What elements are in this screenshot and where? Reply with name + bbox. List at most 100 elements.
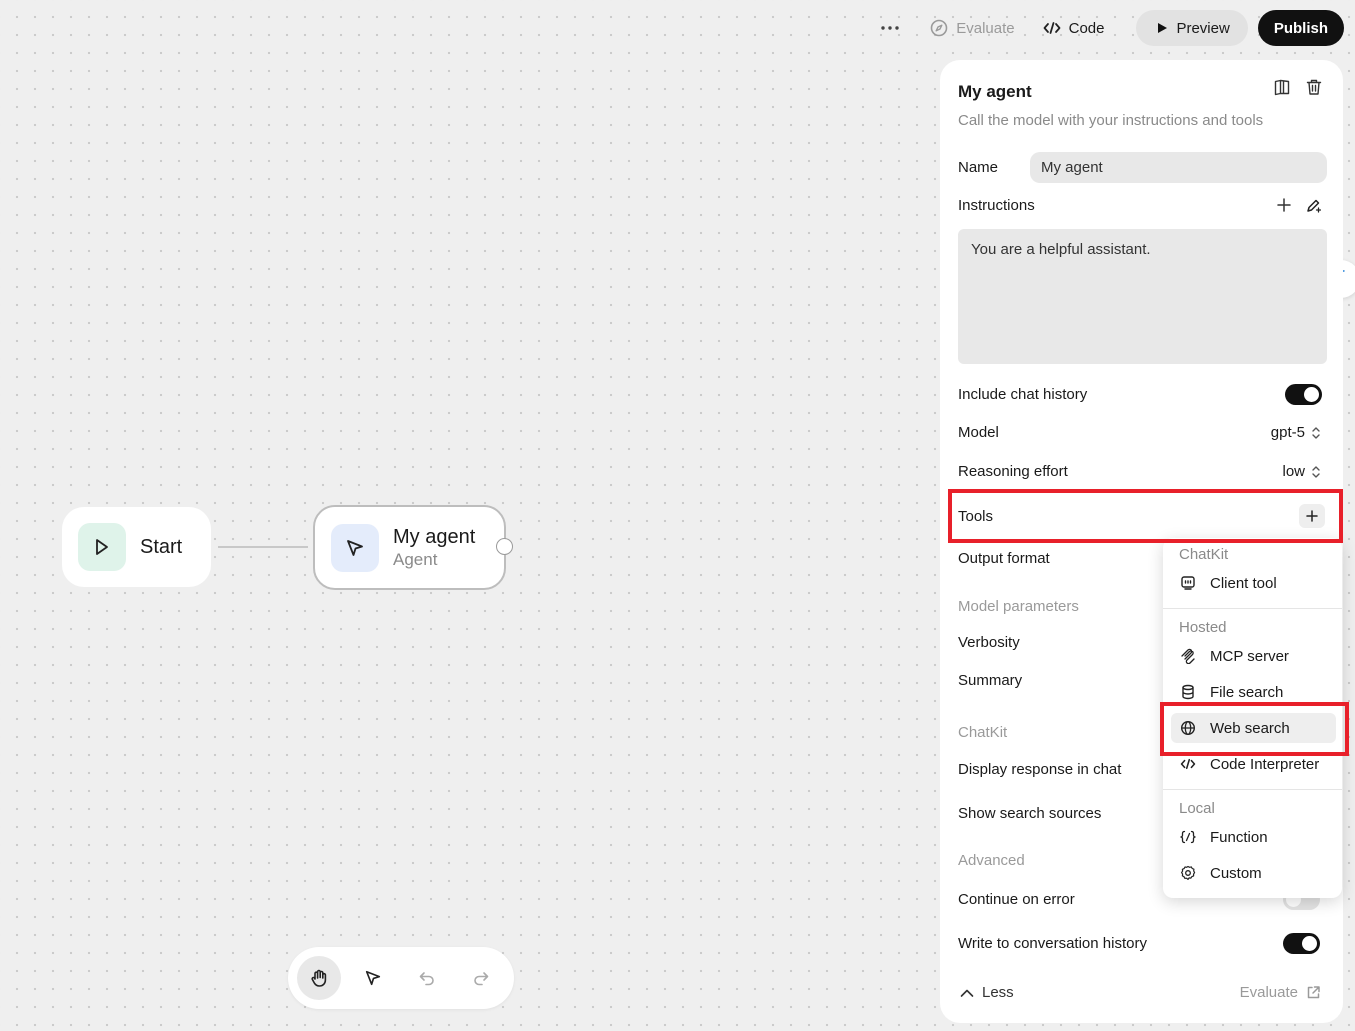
- top-toolbar: Evaluate Code Preview Publish: [870, 10, 1344, 46]
- chevron-up-icon: [960, 989, 974, 997]
- agent-output-port[interactable]: [496, 538, 513, 555]
- less-label: Less: [982, 984, 1014, 1001]
- undo-icon: [419, 972, 434, 986]
- publish-button[interactable]: Publish: [1257, 10, 1344, 46]
- menu-item-function[interactable]: Function: [1171, 822, 1336, 852]
- evaluate-button[interactable]: Evaluate: [916, 10, 1028, 46]
- add-instruction-button[interactable]: [1277, 197, 1291, 214]
- evaluate-link[interactable]: Evaluate: [1240, 984, 1321, 1001]
- menu-item-custom[interactable]: Custom: [1171, 858, 1336, 888]
- menu-item-web-search[interactable]: Web search: [1171, 713, 1336, 743]
- menu-item-label: Function: [1210, 828, 1268, 846]
- evaluate-label: Evaluate: [956, 19, 1015, 37]
- model-select[interactable]: gpt-5: [1271, 424, 1321, 441]
- menu-item-label: Web search: [1210, 719, 1290, 737]
- play-icon: [1158, 23, 1168, 33]
- instructions-row: Instructions: [958, 197, 1327, 214]
- preview-button[interactable]: Preview: [1136, 10, 1248, 46]
- publish-label: Publish: [1273, 19, 1328, 37]
- tools-menu: ChatKit Client tool Hosted MCP server Fi…: [1163, 538, 1342, 898]
- gear-icon: [1181, 865, 1196, 880]
- play-icon: [96, 539, 108, 555]
- continue-error-label: Continue on error: [958, 891, 1075, 908]
- code-button[interactable]: Code: [1029, 10, 1119, 46]
- reasoning-row: Reasoning effort low: [958, 463, 1327, 480]
- pointer-icon: [365, 970, 381, 986]
- book-icon: [1274, 79, 1290, 96]
- plus-icon: [1277, 197, 1291, 212]
- model-label: Model: [958, 424, 999, 441]
- menu-item-label: Code Interpreter: [1210, 755, 1320, 773]
- instructions-textarea[interactable]: You are a helpful assistant.: [958, 229, 1327, 364]
- reasoning-value: low: [1282, 463, 1305, 480]
- canvas-toolbar: [288, 947, 514, 1009]
- connection-edge: [218, 546, 308, 548]
- agent-node-subtitle: Agent: [393, 549, 438, 569]
- agent-node[interactable]: My agent Agent: [313, 505, 506, 590]
- include-history-toggle[interactable]: [1285, 384, 1322, 405]
- menu-item-label: Custom: [1210, 864, 1262, 882]
- model-value: gpt-5: [1270, 424, 1305, 441]
- compass-icon: [930, 19, 948, 37]
- menu-section-header: ChatKit: [1179, 546, 1229, 563]
- agent-node-icon-wrap: [331, 523, 379, 572]
- menu-item-file-search[interactable]: File search: [1171, 677, 1336, 707]
- display-response-label: Display response in chat: [958, 761, 1122, 778]
- menu-item-code-interpreter[interactable]: Code Interpreter: [1171, 749, 1336, 779]
- verbosity-label: Verbosity: [958, 634, 1020, 651]
- globe-icon: [1180, 720, 1196, 736]
- delete-node-button[interactable]: [1305, 78, 1323, 96]
- show-sources-label: Show search sources: [958, 805, 1102, 822]
- model-params-header: Model parameters: [958, 598, 1079, 615]
- reasoning-select[interactable]: low: [1282, 463, 1321, 480]
- model-row: Model gpt-5: [958, 424, 1327, 441]
- tools-row: Tools: [958, 504, 1327, 528]
- hand-icon: [311, 969, 327, 987]
- pen-sparkle-icon: [1307, 199, 1321, 213]
- menu-divider: [1163, 608, 1342, 609]
- include-history-row: Include chat history: [958, 384, 1327, 405]
- chevron-updown-icon: [1312, 465, 1320, 478]
- include-history-label: Include chat history: [958, 386, 1088, 403]
- write-history-toggle[interactable]: [1283, 933, 1320, 954]
- more-icon: [881, 26, 899, 30]
- start-node-title: Start: [140, 535, 183, 558]
- menu-item-client-tool[interactable]: Client tool: [1171, 568, 1336, 598]
- add-tool-button[interactable]: [1299, 504, 1325, 528]
- database-icon: [1182, 684, 1194, 700]
- advanced-header: Advanced: [958, 852, 1025, 869]
- start-node[interactable]: Start: [62, 507, 211, 587]
- edit-instructions-button[interactable]: [1305, 198, 1321, 214]
- menu-section-header: Hosted: [1179, 619, 1227, 636]
- hand-tool-button[interactable]: [297, 956, 341, 1000]
- instructions-label: Instructions: [958, 197, 1035, 214]
- menu-item-label: Client tool: [1210, 574, 1277, 592]
- menu-item-label: MCP server: [1210, 647, 1289, 665]
- menu-item-label: File search: [1210, 683, 1284, 701]
- undo-button[interactable]: [405, 956, 449, 1000]
- start-node-icon-wrap: [78, 523, 126, 571]
- menu-divider: [1163, 789, 1342, 790]
- redo-button[interactable]: [459, 956, 503, 1000]
- more-options-button[interactable]: [870, 10, 910, 46]
- client-tool-icon: [1181, 576, 1195, 590]
- pointer-tool-button[interactable]: [351, 956, 395, 1000]
- less-button[interactable]: Less: [960, 984, 1014, 1001]
- chatkit-header: ChatKit: [958, 724, 1008, 741]
- evaluate-link-label: Evaluate: [1239, 984, 1298, 1001]
- write-history-row: Write to conversation history: [958, 933, 1327, 954]
- docs-button[interactable]: [1273, 78, 1291, 96]
- preview-label: Preview: [1176, 19, 1230, 37]
- summary-label: Summary: [958, 672, 1023, 689]
- trash-icon: [1306, 79, 1322, 95]
- mcp-icon: [1181, 648, 1195, 664]
- menu-section-header: Local: [1179, 800, 1215, 817]
- plus-icon: [1306, 510, 1318, 522]
- code-icon: [1180, 758, 1196, 770]
- panel-subtitle: Call the model with your instructions an…: [958, 112, 1264, 129]
- name-input[interactable]: My agent: [1030, 152, 1327, 183]
- panel-title: My agent: [958, 82, 1032, 101]
- menu-item-mcp-server[interactable]: MCP server: [1171, 641, 1336, 671]
- external-link-icon: [1307, 986, 1320, 999]
- write-history-label: Write to conversation history: [958, 935, 1147, 952]
